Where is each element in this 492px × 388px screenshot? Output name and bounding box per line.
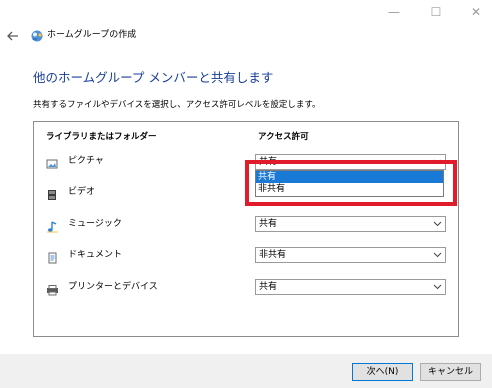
select-value: 共有 <box>259 219 278 229</box>
page-description: 共有するファイルやデバイスを選択し、アクセス許可レベルを設定します。 <box>33 100 321 110</box>
window-title: ホームグループの作成 <box>47 30 137 40</box>
page-heading: 他のホームグループ メンバーと共有します <box>33 70 274 85</box>
pictures-icon <box>46 155 59 169</box>
select-value: 非共有 <box>259 250 287 260</box>
permission-select-music[interactable]: 共有 <box>255 216 446 232</box>
music-icon <box>46 218 59 233</box>
chevron-down-icon <box>433 284 442 290</box>
column-header-library: ライブラリまたはフォルダー <box>46 132 157 142</box>
select-value: 共有 <box>259 282 278 292</box>
close-button[interactable]: ✕ <box>466 4 486 20</box>
homegroup-icon <box>30 28 44 42</box>
footer-bar <box>0 354 492 388</box>
permission-select-documents[interactable]: 非共有 <box>255 247 446 263</box>
highlight-annotation <box>245 160 457 206</box>
documents-icon <box>46 249 59 264</box>
permission-select-printers[interactable]: 共有 <box>255 279 446 295</box>
next-button[interactable]: 次へ(N) <box>352 363 413 381</box>
chevron-down-icon <box>433 221 442 227</box>
cancel-button[interactable]: キャンセル <box>420 363 481 381</box>
back-arrow-icon[interactable] <box>6 28 20 42</box>
row-label-documents: ドキュメント <box>68 250 123 260</box>
minimize-button[interactable]: — <box>384 4 404 20</box>
printer-icon <box>46 281 59 296</box>
videos-icon <box>46 186 59 200</box>
row-label-music: ミュージック <box>68 219 122 229</box>
row-label-printers: プリンターとデバイス <box>68 282 158 292</box>
column-header-permission: アクセス許可 <box>258 132 309 142</box>
chevron-down-icon <box>433 252 442 258</box>
row-label-pictures: ピクチャ <box>68 156 104 166</box>
maximize-button[interactable]: ☐ <box>426 4 446 20</box>
row-label-videos: ビデオ <box>68 187 96 197</box>
